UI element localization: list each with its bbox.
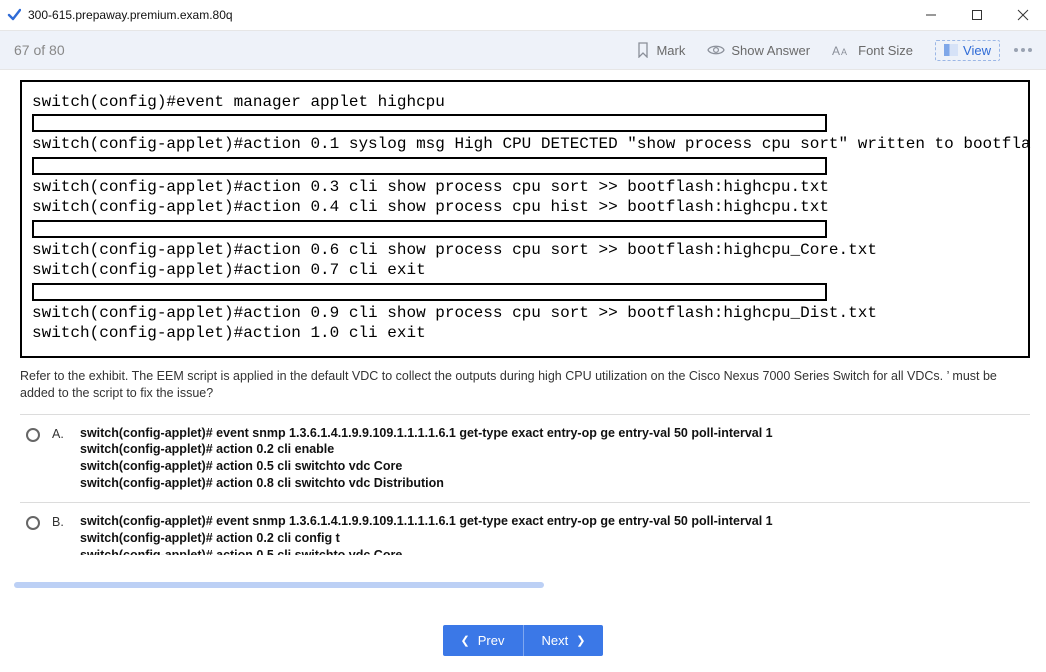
window-title: 300-615.prepaway.premium.exam.80q: [28, 8, 908, 22]
redaction-bar: [32, 220, 827, 238]
eye-icon: [707, 43, 725, 57]
chevron-right-icon: ❯: [576, 634, 585, 647]
redaction-bar: [32, 114, 827, 132]
bookmark-icon: [636, 42, 650, 58]
window-titlebar: 300-615.prepaway.premium.exam.80q: [0, 0, 1046, 30]
answer-text: switch(config-applet)# event snmp 1.3.6.…: [80, 513, 773, 555]
exhibit-line: switch(config-applet)#action 0.4 cli sho…: [32, 197, 1018, 217]
next-label: Next: [542, 633, 569, 648]
chevron-left-icon: ❮: [461, 634, 470, 647]
footer-nav: ❮ Prev Next ❯: [0, 608, 1046, 672]
exhibit-line: switch(config-applet)#action 1.0 cli exi…: [32, 323, 1018, 343]
view-label: View: [963, 43, 991, 58]
prev-label: Prev: [478, 633, 505, 648]
layout-icon: [944, 44, 958, 56]
exhibit-line: switch(config)#event manager applet high…: [32, 92, 1018, 112]
prev-button[interactable]: ❮ Prev: [443, 625, 524, 656]
question-toolbar: 67 of 80 Mark Show Answer AA Font Size V…: [0, 30, 1046, 70]
view-button[interactable]: View: [935, 40, 1000, 61]
answer-option-b[interactable]: B. switch(config-applet)# event snmp 1.3…: [20, 503, 1030, 555]
minimize-button[interactable]: [908, 0, 954, 30]
show-answer-label: Show Answer: [731, 43, 810, 58]
exhibit-line: switch(config-applet)#action 0.7 cli exi…: [32, 260, 1018, 280]
mark-label: Mark: [656, 43, 685, 58]
answers-list: A. switch(config-applet)# event snmp 1.3…: [20, 414, 1030, 556]
radio-icon[interactable]: [26, 428, 40, 442]
show-answer-button[interactable]: Show Answer: [707, 43, 810, 58]
exhibit-box: switch(config)#event manager applet high…: [20, 80, 1030, 358]
question-text: Refer to the exhibit. The EEM script is …: [20, 368, 1030, 402]
font-size-button[interactable]: AA Font Size: [832, 43, 913, 58]
window-controls: [908, 0, 1046, 30]
font-size-label: Font Size: [858, 43, 913, 58]
app-checkmark-icon: [6, 7, 22, 23]
question-content: switch(config)#event manager applet high…: [0, 70, 1046, 592]
exhibit-line: switch(config-applet)#action 0.9 cli sho…: [32, 303, 1018, 323]
svg-text:A: A: [841, 47, 847, 57]
redaction-bar: [32, 283, 827, 301]
answer-option-a[interactable]: A. switch(config-applet)# event snmp 1.3…: [20, 415, 1030, 504]
font-size-icon: AA: [832, 43, 852, 57]
exhibit-line: switch(config-applet)#action 0.3 cli sho…: [32, 177, 1018, 197]
answer-letter: B.: [52, 513, 68, 529]
answer-letter: A.: [52, 425, 68, 441]
answer-text: switch(config-applet)# event snmp 1.3.6.…: [80, 425, 773, 493]
svg-text:A: A: [832, 44, 840, 57]
redaction-bar: [32, 157, 827, 175]
more-menu-button[interactable]: [1014, 48, 1032, 52]
horizontal-scrollbar[interactable]: [14, 582, 544, 588]
next-button[interactable]: Next ❯: [524, 625, 604, 656]
question-counter: 67 of 80: [14, 42, 65, 58]
exhibit-line: switch(config-applet)#action 0.1 syslog …: [32, 134, 1018, 154]
close-button[interactable]: [1000, 0, 1046, 30]
radio-icon[interactable]: [26, 516, 40, 530]
maximize-button[interactable]: [954, 0, 1000, 30]
mark-button[interactable]: Mark: [636, 42, 685, 58]
exhibit-line: switch(config-applet)#action 0.6 cli sho…: [32, 240, 1018, 260]
